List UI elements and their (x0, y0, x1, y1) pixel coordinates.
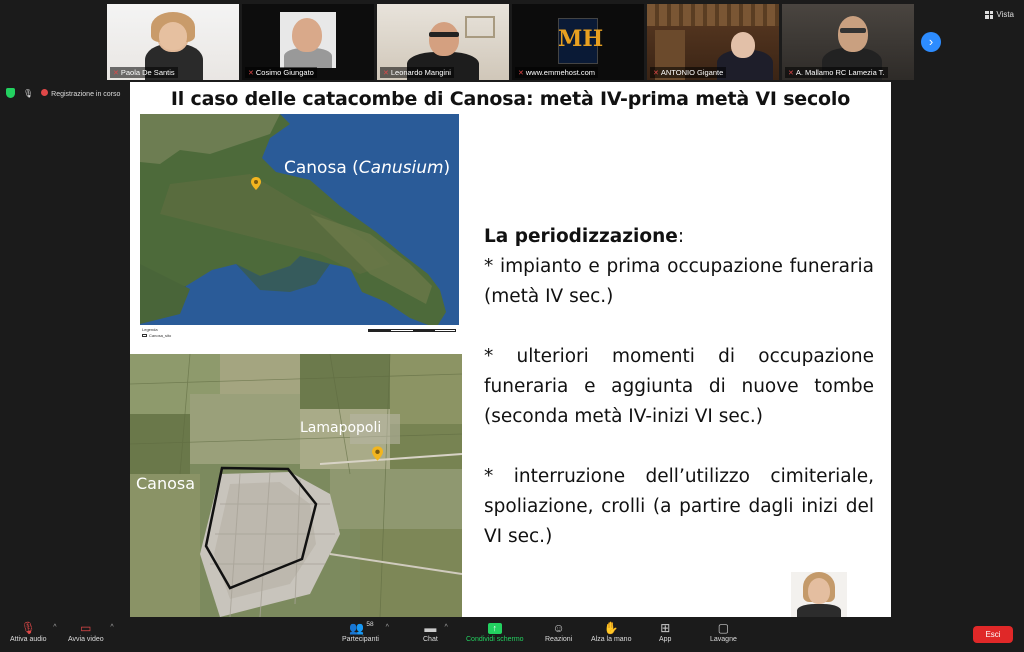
meeting-status: 🎙 Registrazione in corso (6, 88, 120, 98)
participant-name: ✕ Leonardo Mangini (380, 67, 454, 78)
raise-hand-label: Alza la mano (591, 636, 632, 643)
zoom-meeting-window: ✕ Paola De Santis ✕ Cosimo Giungato ✕ Leona… (0, 0, 1024, 652)
caret-up-icon[interactable]: ^ (53, 624, 56, 631)
participants-button[interactable]: 👥 58 Partecipanti ^ (342, 620, 389, 644)
chat-bubble-icon: ▬ (424, 621, 437, 635)
participants-label: Partecipanti (342, 636, 379, 643)
exit-meeting-button[interactable]: Esci (973, 626, 1013, 643)
caret-up-icon[interactable]: ^ (445, 624, 448, 631)
whiteboards-label: Lavagne (710, 636, 737, 643)
reactions-button[interactable]: ☺ Reazioni (545, 620, 572, 643)
map-apulia-satellite: Canosa (Canusium) (140, 114, 459, 332)
participant-strip: ✕ Paola De Santis ✕ Cosimo Giungato ✕ Leona… (0, 0, 1024, 82)
map-legend: Legenda Canosa_sito (140, 325, 459, 345)
participant-tile[interactable]: ✕ Paola De Santis (107, 4, 239, 80)
recording-label: Registrazione in corso (51, 90, 121, 98)
period-item-3: * interruzione dell’utilizzo cimiteriale… (484, 466, 874, 547)
participant-tile[interactable]: ✕ A. Mallamo RC Lamezia T. (782, 4, 914, 80)
chevron-right-icon: › (928, 34, 934, 49)
apulia-map-graphic (140, 114, 459, 332)
participant-name: ✕ www.emmehost.com (515, 67, 599, 78)
mic-muted-icon: ✕ (788, 69, 794, 77)
participant-tile[interactable]: MH ✕ www.emmehost.com (512, 4, 644, 80)
share-screen-label: Condividi schermo (466, 636, 524, 643)
recording-indicator[interactable]: Registrazione in corso (41, 88, 121, 98)
map-canosa-satellite: Lamapopoli Canosa (130, 354, 462, 617)
grid-view-icon (985, 10, 994, 19)
periodization-text: La periodizzazione: * impianto e prima o… (484, 222, 874, 552)
slide-title: Il caso delle catacombe di Canosa: metà … (170, 88, 851, 110)
mic-muted-icon: ✕ (383, 69, 389, 77)
participant-name: ✕ Cosimo Giungato (245, 67, 317, 78)
unmute-indicator-icon: 🎙 (23, 88, 34, 98)
period-item-1: * impianto e prima occupazione funeraria… (484, 256, 874, 307)
meeting-toolbar: 🎙 Attiva audio ^ ▭ Avvia video ^ 👥 58 Par… (0, 617, 1024, 652)
map-label-canosa-town: Canosa (136, 474, 196, 493)
view-button[interactable]: Vista (985, 10, 1014, 19)
video-off-icon: ▭ (80, 621, 92, 635)
apps-button[interactable]: ⊞ App (659, 620, 671, 643)
location-pin-icon (251, 177, 261, 190)
unmute-label: Attiva audio (10, 636, 47, 643)
scale-bar (368, 329, 456, 332)
participants-icon: 👥 58 (349, 620, 374, 636)
caret-up-icon[interactable]: ^ (386, 624, 389, 631)
start-video-label: Avvia video (68, 636, 104, 643)
participant-name: ✕ A. Mallamo RC Lamezia T. (785, 67, 888, 78)
share-screen-icon: ↑ (487, 622, 502, 634)
mic-off-icon: 🎙 (20, 621, 36, 635)
start-video-button[interactable]: ▭ Avvia video ^ (68, 620, 114, 643)
emmehost-logo: MH (558, 26, 604, 52)
unmute-button[interactable]: 🎙 Attiva audio ^ (10, 620, 57, 643)
hand-icon: ✋ (603, 621, 619, 635)
period-item-2: * ulteriori momenti di occupazione funer… (484, 346, 874, 427)
reaction-smiley-icon: ☺ (552, 621, 565, 635)
presenter-thumbnail[interactable] (791, 572, 847, 617)
chat-label: Chat (423, 636, 438, 643)
next-page-button[interactable]: › (921, 32, 941, 52)
view-label: Vista (996, 10, 1014, 19)
mic-muted-icon: ✕ (113, 69, 119, 77)
participants-count: 58 (366, 620, 374, 628)
raise-hand-button[interactable]: ✋ Alza la mano (591, 620, 631, 643)
shared-slide: Il caso delle catacombe di Canosa: metà … (130, 82, 891, 617)
chat-button[interactable]: ▬ Chat ^ (423, 620, 448, 643)
recording-dot-icon (41, 88, 49, 96)
location-pin-icon (372, 446, 383, 461)
share-screen-button[interactable]: ↑ Condividi schermo (466, 620, 524, 643)
map-label-lamapopoli: Lamapopoli (300, 420, 382, 436)
map-label-canosa: Canosa (Canusium) (284, 158, 451, 178)
video-tiles: ✕ Paola De Santis ✕ Cosimo Giungato ✕ Leona… (107, 4, 914, 80)
periodization-heading: La periodizzazione: (484, 226, 685, 247)
participant-tile[interactable]: ✕ Leonardo Mangini (377, 4, 509, 80)
mic-muted-icon: ✕ (653, 69, 659, 77)
whiteboard-icon: ▢ (717, 621, 730, 635)
participant-tile[interactable]: ✕ Cosimo Giungato (242, 4, 374, 80)
security-shield-icon[interactable] (6, 88, 15, 98)
mic-muted-icon: ✕ (518, 69, 524, 77)
participant-name: ✕ ANTONIO Gigante (650, 67, 727, 78)
whiteboards-button[interactable]: ▢ Lavagne (710, 620, 737, 643)
mic-muted-icon: ✕ (248, 69, 254, 77)
apps-label: App (659, 636, 672, 643)
participant-name: ✕ Paola De Santis (110, 67, 178, 78)
caret-up-icon[interactable]: ^ (110, 624, 113, 631)
apps-icon: ⊞ (660, 621, 671, 635)
reactions-label: Reazioni (545, 636, 573, 643)
participant-tile[interactable]: ✕ ANTONIO Gigante (647, 4, 779, 80)
